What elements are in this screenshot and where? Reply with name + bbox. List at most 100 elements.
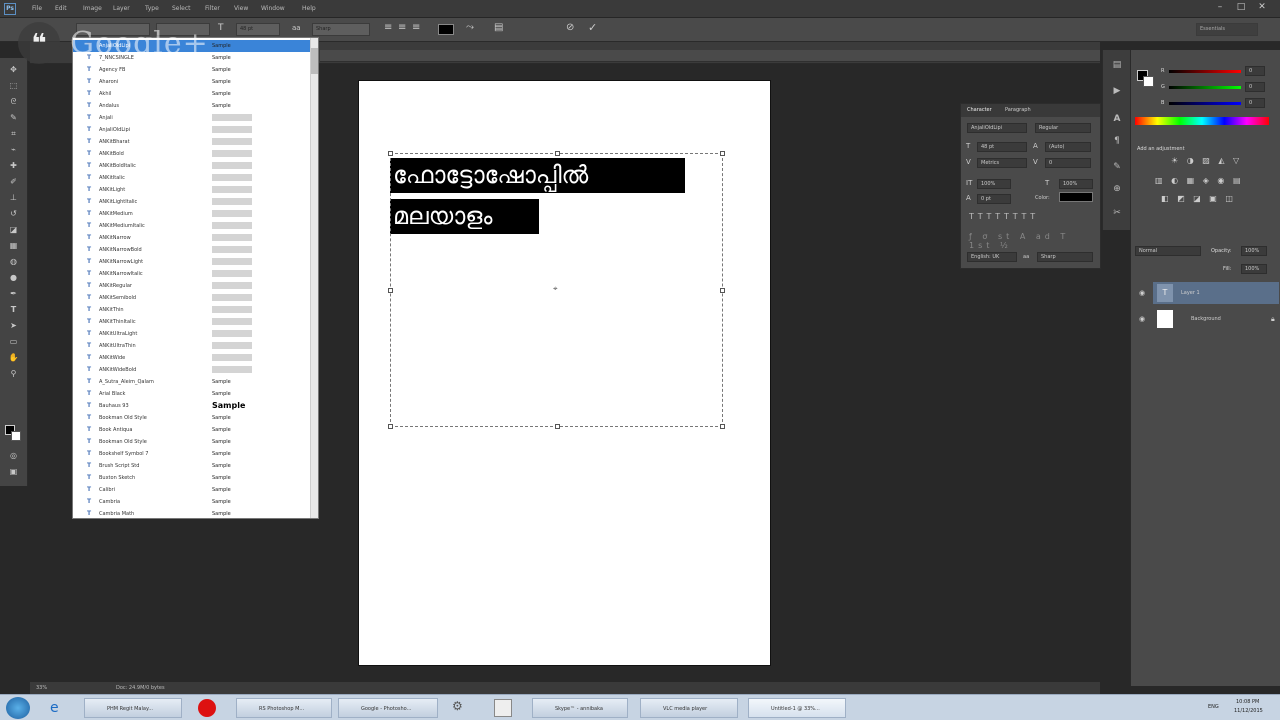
font-list-item[interactable]: T ANKitUltraThin xyxy=(73,340,311,352)
align-left-icon[interactable]: ≡ xyxy=(384,22,392,33)
taskbar-item[interactable]: PHM Regit Malay... xyxy=(84,698,182,718)
font-list-item[interactable]: T A_Sutra_Aleim_Qalam Sample xyxy=(73,376,311,388)
text-color-swatch[interactable] xyxy=(438,24,454,35)
font-list-item[interactable]: T ANKitUltraLight xyxy=(73,328,311,340)
character-panel-icon[interactable]: A xyxy=(1109,112,1125,126)
char-tracking[interactable]: 0 xyxy=(1045,158,1091,168)
shape-tool-icon[interactable]: ▭ xyxy=(6,336,21,348)
start-button[interactable] xyxy=(6,697,30,719)
gradient-tool-icon[interactable]: ▦ xyxy=(6,240,21,252)
char-antialias[interactable]: Sharp xyxy=(1037,252,1093,262)
actions-panel-icon[interactable]: ▶ xyxy=(1109,84,1125,98)
adjustment-icons-row3[interactable]: ◧ ◩ ◪ ▣ ◫ xyxy=(1161,194,1236,203)
clock-date[interactable]: 11/12/2015 xyxy=(1234,708,1263,714)
layer-row-background[interactable]: ◉ Background 🔒︎ xyxy=(1139,308,1279,330)
clone-source-icon[interactable]: ⊕ xyxy=(1109,182,1125,196)
font-list-item[interactable]: T ANKitNarrowItalic xyxy=(73,268,311,280)
type-tool-icon[interactable]: T xyxy=(6,304,21,316)
font-list-item[interactable]: T 7_NNCSINGLE Sample xyxy=(73,52,311,64)
menu-image[interactable]: Image xyxy=(83,5,102,12)
zoom-tool-icon[interactable]: ⚲ xyxy=(6,368,21,380)
opentype-buttons[interactable]: ƒ σ st A ad T 1st ½ xyxy=(969,232,1100,250)
healing-tool-icon[interactable]: ✚ xyxy=(6,160,21,172)
font-list-item[interactable]: T ANKitRegular xyxy=(73,280,311,292)
handle-bc[interactable] xyxy=(555,424,560,429)
char-font-style[interactable]: Regular xyxy=(1035,123,1091,133)
color-bg-swatch[interactable] xyxy=(1143,76,1154,87)
font-list-item[interactable]: T ANKitMedium xyxy=(73,208,311,220)
visibility-eye-icon[interactable]: ◉ xyxy=(1139,282,1145,304)
taskbar-item[interactable]: Skype™ - annibaka xyxy=(532,698,628,718)
history-brush-icon[interactable]: ↺ xyxy=(6,208,21,220)
handle-bl[interactable] xyxy=(388,424,393,429)
menu-type[interactable]: Type xyxy=(145,5,159,12)
char-color-swatch[interactable] xyxy=(1059,192,1093,202)
blur-tool-icon[interactable]: ◍ xyxy=(6,256,21,268)
font-family-select[interactable] xyxy=(76,23,150,36)
green-value[interactable]: 0 xyxy=(1245,82,1265,92)
font-list-item[interactable]: T ANKitLight xyxy=(73,184,311,196)
char-vertical-scale[interactable]: 100% xyxy=(977,179,1011,189)
warp-text-icon[interactable]: ⤳ xyxy=(466,22,474,33)
quick-select-tool-icon[interactable]: ✎ xyxy=(6,112,21,124)
font-list-item[interactable]: T ANKitBoldItalic xyxy=(73,160,311,172)
menu-filter[interactable]: Filter xyxy=(205,5,220,12)
font-list-item[interactable]: T Book Antiqua Sample xyxy=(73,424,311,436)
handle-tr[interactable] xyxy=(720,151,725,156)
handle-br[interactable] xyxy=(720,424,725,429)
align-center-icon[interactable]: ≡ xyxy=(398,22,406,33)
font-list-item[interactable]: T Bookman Old Style Sample xyxy=(73,436,311,448)
char-kerning[interactable]: Metrics xyxy=(977,158,1027,168)
menu-layer[interactable]: Layer xyxy=(113,5,130,12)
marquee-tool-icon[interactable]: ⬚ xyxy=(6,80,21,92)
font-list-item[interactable]: T ANKitWide xyxy=(73,352,311,364)
font-list-item[interactable]: T ANKitNarrowBold xyxy=(73,244,311,256)
text-bounding-box[interactable]: ⌖ xyxy=(388,151,725,429)
language-indicator[interactable]: ENG xyxy=(1208,704,1219,710)
font-list-item[interactable]: T ANKitLightItalic xyxy=(73,196,311,208)
maximize-icon[interactable]: □ xyxy=(1231,1,1251,15)
crop-tool-icon[interactable]: ⌗ xyxy=(6,128,21,140)
taskbar-item[interactable]: RS Photoshop M... xyxy=(236,698,332,718)
font-list-item[interactable]: T ANKitItalic xyxy=(73,172,311,184)
font-list-item[interactable]: T Bauhaus 93 Sample xyxy=(73,400,311,412)
minimize-icon[interactable]: – xyxy=(1210,1,1230,15)
char-leading[interactable]: (Auto) xyxy=(1045,142,1091,152)
font-list-item[interactable]: T Brush Script Std Sample xyxy=(73,460,311,472)
tab-paragraph[interactable]: Paragraph xyxy=(1005,107,1031,113)
font-list-item[interactable]: T Calibri Sample xyxy=(73,484,311,496)
font-list-item[interactable]: T Anjali xyxy=(73,112,311,124)
pen-tool-icon[interactable]: ✒ xyxy=(6,288,21,300)
ie-icon[interactable]: e xyxy=(50,699,68,717)
font-list-item[interactable]: T Cambria Math Sample xyxy=(73,508,311,518)
blend-mode-select[interactable]: Normal xyxy=(1135,246,1201,256)
menu-edit[interactable]: Edit xyxy=(55,5,67,12)
font-list-item[interactable]: T ANKitThinItalic xyxy=(73,316,311,328)
visibility-eye-icon[interactable]: ◉ xyxy=(1139,308,1145,330)
handle-tl[interactable] xyxy=(388,151,393,156)
red-slider[interactable] xyxy=(1169,70,1241,73)
screen-mode-icon[interactable]: ▣ xyxy=(6,466,21,478)
clock-time[interactable]: 10:08 PM xyxy=(1236,699,1259,705)
taskbar-item[interactable]: VLC media player xyxy=(640,698,738,718)
cancel-icon[interactable]: ⊘ xyxy=(566,22,574,33)
menu-help[interactable]: Help xyxy=(302,5,316,12)
taskbar-item-active[interactable]: Untitled-1 @ 33%... xyxy=(748,698,846,718)
move-tool-icon[interactable]: ✥ xyxy=(6,64,21,76)
font-style-select[interactable] xyxy=(156,23,210,36)
workspace-select[interactable]: Essentials xyxy=(1196,23,1258,36)
char-font-family[interactable]: AnjaliOldLipi xyxy=(967,123,1027,133)
toggle-panels-icon[interactable]: ▤ xyxy=(494,22,503,33)
char-horizontal-scale[interactable]: 100% xyxy=(1059,179,1093,189)
font-list-item[interactable]: T ANKitBharat xyxy=(73,136,311,148)
stamp-tool-icon[interactable]: ⊥ xyxy=(6,192,21,204)
blue-value[interactable]: 0 xyxy=(1245,98,1265,108)
close-icon[interactable]: ✕ xyxy=(1252,1,1272,15)
font-list-item[interactable]: T Bookman Old Style Sample xyxy=(73,412,311,424)
font-list-item[interactable]: T Agency FB Sample xyxy=(73,64,311,76)
font-list-item[interactable]: T Buxton Sketch Sample xyxy=(73,472,311,484)
font-list-item[interactable]: T ANKitWideBold xyxy=(73,364,311,376)
font-list-item[interactable]: T ANKitSemibold xyxy=(73,292,311,304)
paragraph-panel-icon[interactable]: ¶ xyxy=(1109,134,1125,148)
eyedropper-tool-icon[interactable]: ⌁ xyxy=(6,144,21,156)
